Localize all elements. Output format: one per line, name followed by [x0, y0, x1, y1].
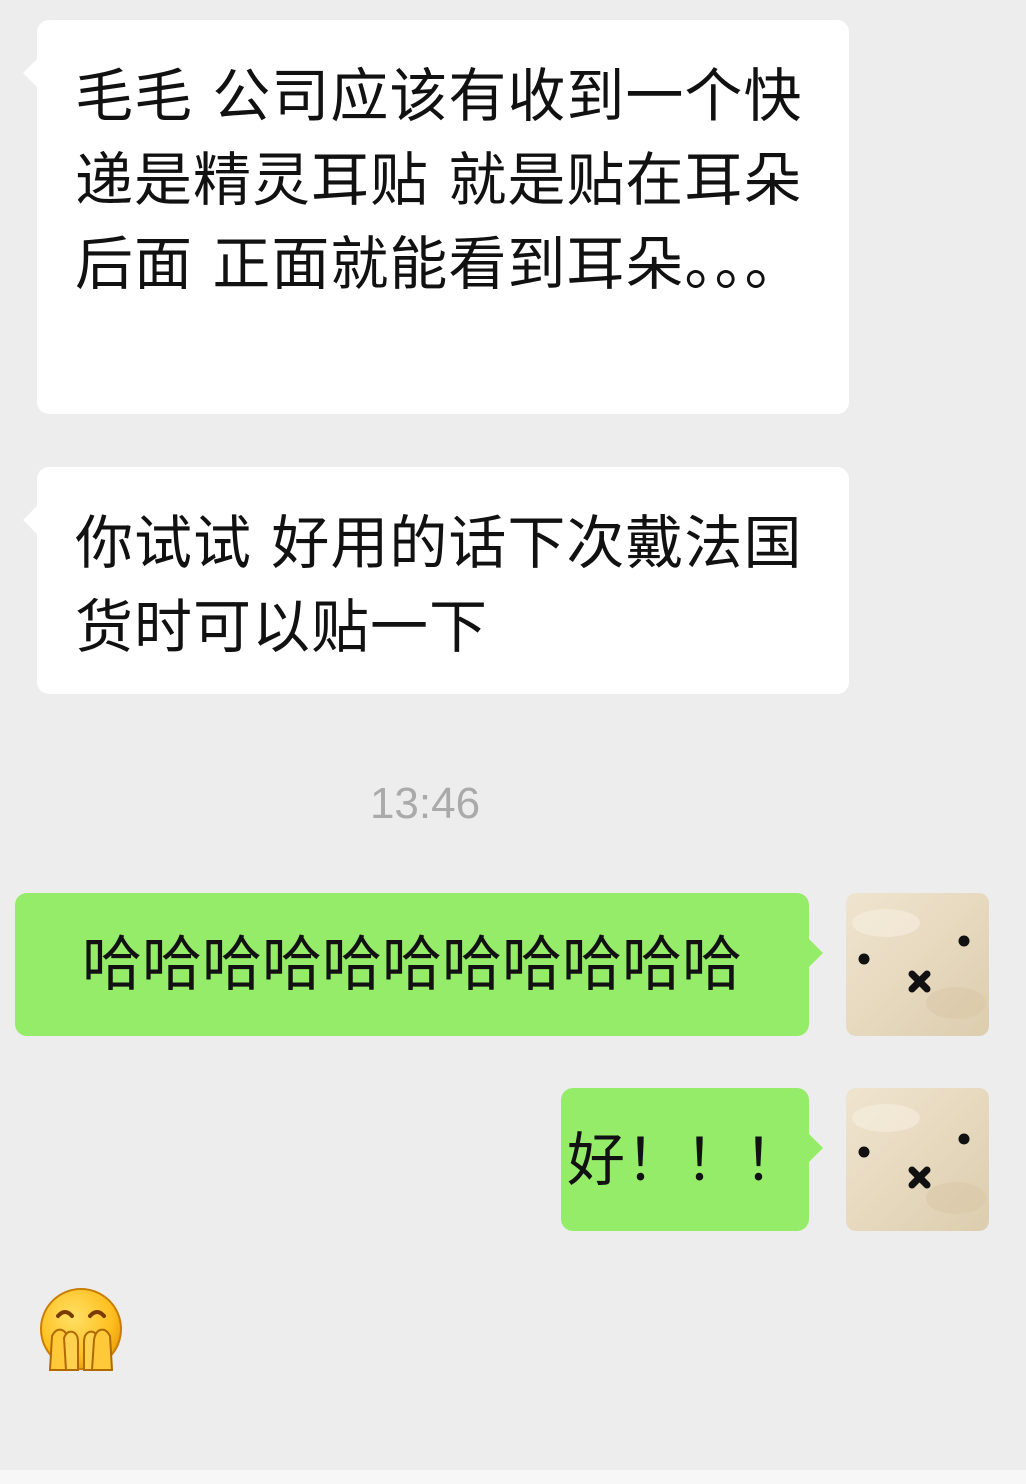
user-avatar[interactable] [846, 893, 989, 1036]
chat-area: 毛毛 公司应该有收到一个快递是精灵耳贴 就是贴在耳朵后面 正面就能看到耳朵。。。… [0, 0, 1026, 1484]
user-avatar[interactable] [846, 1088, 989, 1231]
outgoing-message-bubble[interactable]: 哈哈哈哈哈哈哈哈哈哈哈 [15, 893, 823, 1036]
message-timestamp: 13:46 [369, 779, 481, 828]
incoming-message-bubble[interactable]: 你试试 好用的话下次戴法国货时可以贴一下 [23, 467, 849, 694]
bunny-face-icon [852, 1104, 986, 1214]
message-text: 你试试 好用的话下次戴法国货时可以贴一下 [75, 509, 803, 661]
home-indicator-bar [0, 1470, 1026, 1484]
message-text: 毛毛 公司应该有收到一个快递是精灵耳贴 就是贴在耳朵后面 正面就能看到耳朵。。。 [75, 62, 804, 298]
bunny-face-icon [852, 909, 986, 1019]
laughing-face-covering-mouth-emoji[interactable] [38, 1286, 124, 1372]
message-text: 好！！！ [566, 1125, 803, 1194]
incoming-message-bubble[interactable]: 毛毛 公司应该有收到一个快递是精灵耳贴 就是贴在耳朵后面 正面就能看到耳朵。。。 [23, 20, 849, 414]
outgoing-message-bubble[interactable]: 好！！！ [561, 1088, 823, 1231]
message-text: 哈哈哈哈哈哈哈哈哈哈哈 [82, 929, 742, 1000]
